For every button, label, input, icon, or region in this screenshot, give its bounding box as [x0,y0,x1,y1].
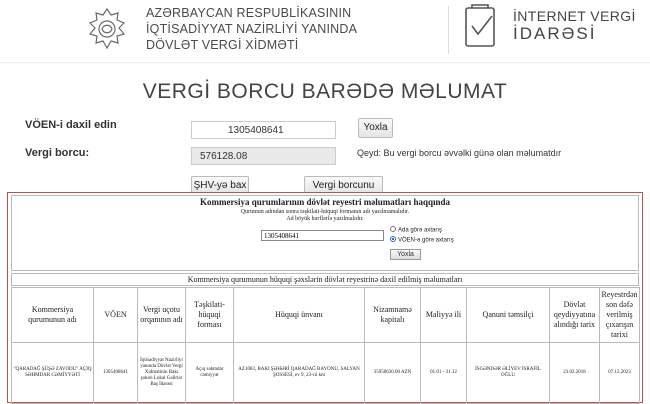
col-registration-date: Dövlət qeydiyyatına alındığı tarix [549,287,600,343]
registry-title: Kommersiya qurumlarının dövlət reyestri … [199,197,451,207]
registry-table-title: Kommersiya qurumunun hüquqi şəxslərin dö… [11,273,639,286]
org-name-line2: İQTİSADİYYAT NAZİRLİYİ YANINDA [146,22,358,36]
col-legal-form: Təşkilati-hüquqi forması [185,287,234,343]
site-header: AZƏRBAYCAN RESPUBLİKASININ İQTİSADİYYAT … [0,0,650,63]
col-legal-address: Hüquqi ünvanı [233,287,365,343]
cell-legal-representative: İSGƏNDƏR ƏLİYEV İSRAFİL OĞLU [466,342,550,404]
voen-label: VÖEN-i daxil edin [25,119,117,131]
col-last-extract-date: Reyestrdən son dəfə verilmiş çıxarışın t… [599,287,640,343]
cell-voen: 1305408641 [93,342,138,404]
org-name: AZƏRBAYCAN RESPUBLİKASININ İQTİSADİYYAT … [146,5,357,53]
cell-legal-form: Açıq səhmdar cəmiyyət [185,342,234,404]
state-emblem-icon [88,7,126,50]
org-name-line1: AZƏRBAYCAN RESPUBLİKASININ [146,6,352,20]
tax-portal-icon[interactable] [460,4,502,52]
registry-panel: Kommersiya qurumlarının dövlət reyestri … [7,192,643,404]
org-name-line3: DÖVLƏT VERGİ XİDMƏTİ [146,38,299,52]
debt-label: Vergi borcu: [25,147,90,159]
page-title: VERGİ BORCU BARƏDƏ MƏLUMAT [142,80,508,103]
tax-portal-name[interactable]: İNTERNET VERGİ İDARƏSİ [513,7,636,43]
header-divider [448,6,449,54]
registry-search-input[interactable] [261,230,384,241]
cell-company-name: "QARADAĞ ŞÜŞƏ ZAVODU" AÇIQ SƏHMDAR CƏMİY… [11,342,94,404]
portal-line1: İNTERNET VERGİ [513,8,636,24]
debt-note: Qeyd: Bu vergi borcu əvvəlki günə olan m… [357,148,562,158]
table-header-row: Kommersiya qurumunun adı VÖEN Vergi uçot… [11,287,640,343]
cell-registration-date: 23.02.2018 [549,342,600,404]
radio-search-by-voen[interactable]: VÖEN-ə görə axtarış [390,236,454,244]
registry-search-box: Kommersiya qurumlarının dövlət reyestri … [11,195,639,271]
portal-line2: İDARƏSİ [513,24,597,43]
col-fiscal-year: Maliyyə ili [420,287,467,343]
radio-search-by-name[interactable]: Ada görə axtarış [390,226,442,234]
table-row: "QARADAĞ ŞÜŞƏ ZAVODU" AÇIQ SƏHMDAR CƏMİY… [11,342,640,404]
registry-subtitle-1: Qurumun adından sonra təşkilati-hüquqi f… [240,209,410,215]
col-legal-representative: Qanuni təmsilçi [466,287,550,343]
registry-table: Kommersiya qurumunun adı VÖEN Vergi uçot… [11,287,640,404]
registry-subtitle-2: Ad böyük hərflərlə yazılmalıdır. [286,216,364,222]
cell-legal-address: AZ1083, BAKI ŞƏHƏRİ QARADAĞ RAYONU, SALY… [233,342,365,404]
cell-last-extract-date: 07.12.2023 [599,342,640,404]
col-company-name: Kommersiya qurumunun adı [11,287,94,343]
col-voen: VÖEN [93,287,138,343]
cell-tax-office: İqtisadiyyat Nazirliyi yanında Dövlət Ve… [137,342,186,404]
debt-amount-field [191,147,336,165]
radio-selected-icon [390,236,396,242]
yoxla-button[interactable]: Yoxla [358,118,393,138]
col-charter-capital: Nizamnamə kapitalı [364,287,421,343]
radio-icon [390,226,396,232]
col-tax-office: Vergi uçotu orqanının adı [137,287,186,343]
registry-yoxla-button[interactable]: Yoxla [390,249,421,260]
voen-input[interactable] [191,121,336,139]
cell-fiscal-year: 01.01 - 31.12 [420,342,467,404]
cell-charter-capital: 35950630.00 AZN [364,342,421,404]
